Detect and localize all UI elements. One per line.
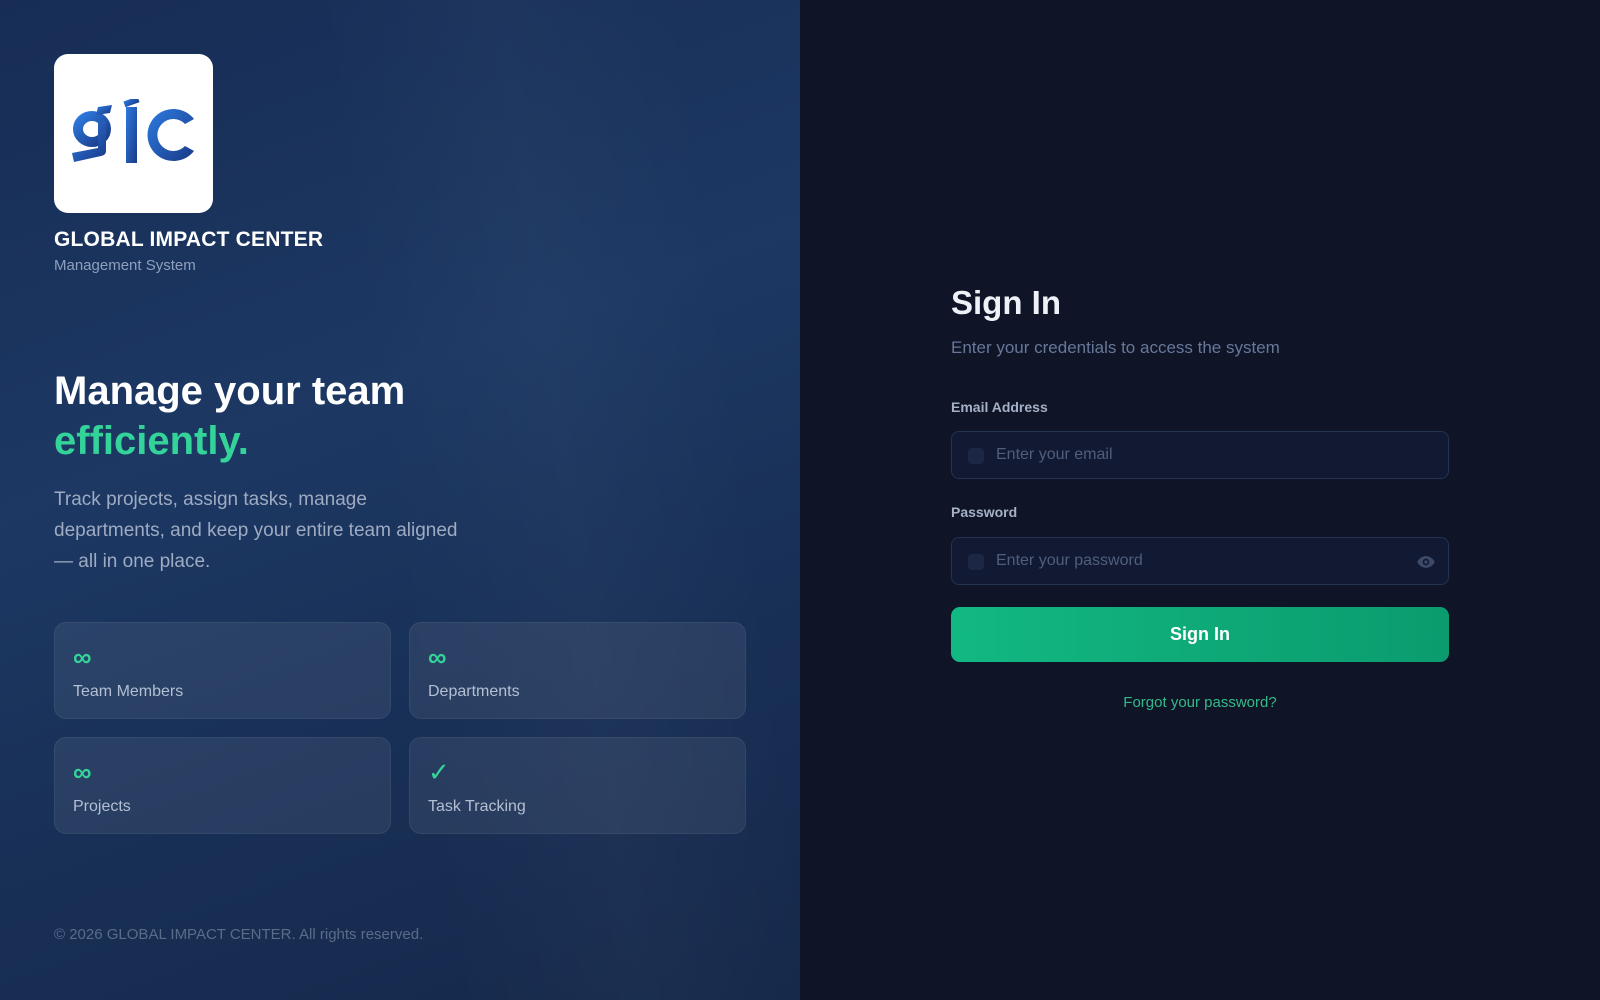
hero-headline: Manage your team efficiently. <box>54 366 405 466</box>
mail-icon <box>968 448 984 464</box>
logo <box>54 54 213 213</box>
feature-label: Departments <box>428 683 520 700</box>
hero-headline-accent: efficiently. <box>54 419 249 463</box>
org-subtitle: Management System <box>54 257 196 274</box>
forgot-password-link[interactable]: Forgot your password? <box>951 694 1449 711</box>
org-name: GLOBAL IMPACT CENTER <box>54 228 324 251</box>
hero-description: Track projects, assign tasks, manage dep… <box>54 489 458 572</box>
lock-icon <box>968 554 984 570</box>
password-field-wrapper <box>951 537 1449 585</box>
signin-title: Sign In <box>951 284 1061 321</box>
signin-subtitle: Enter your credentials to access the sys… <box>951 338 1280 357</box>
feature-cards: ∞ Team Members ∞ Departments ∞ Projects … <box>54 622 746 834</box>
password-label: Password <box>951 504 1018 520</box>
infinity-icon: ∞ <box>428 642 447 672</box>
feature-card-task-tracking: ✓ Task Tracking <box>409 737 746 834</box>
email-field-wrapper <box>951 431 1449 479</box>
eye-icon[interactable] <box>1416 552 1436 572</box>
infinity-icon: ∞ <box>73 757 92 787</box>
feature-label: Projects <box>73 798 131 815</box>
gic-logo-icon <box>71 98 194 163</box>
signin-button[interactable]: Sign In <box>951 607 1449 662</box>
copyright: © 2026 GLOBAL IMPACT CENTER. All rights … <box>54 926 424 943</box>
password-field[interactable] <box>996 538 1396 584</box>
brand-panel: GLOBAL IMPACT CENTER Management System M… <box>0 0 800 1000</box>
feature-card-departments: ∞ Departments <box>409 622 746 719</box>
email-field[interactable] <box>996 432 1396 478</box>
feature-card-team-members: ∞ Team Members <box>54 622 391 719</box>
infinity-icon: ∞ <box>73 642 92 672</box>
email-label: Email Address <box>951 399 1048 415</box>
check-icon: ✓ <box>428 757 450 787</box>
signin-panel: Sign In Enter your credentials to access… <box>800 0 1600 1000</box>
feature-label: Team Members <box>73 683 184 700</box>
feature-card-projects: ∞ Projects <box>54 737 391 834</box>
hero-headline-main: Manage your team <box>54 369 406 413</box>
feature-label: Task Tracking <box>428 798 526 815</box>
